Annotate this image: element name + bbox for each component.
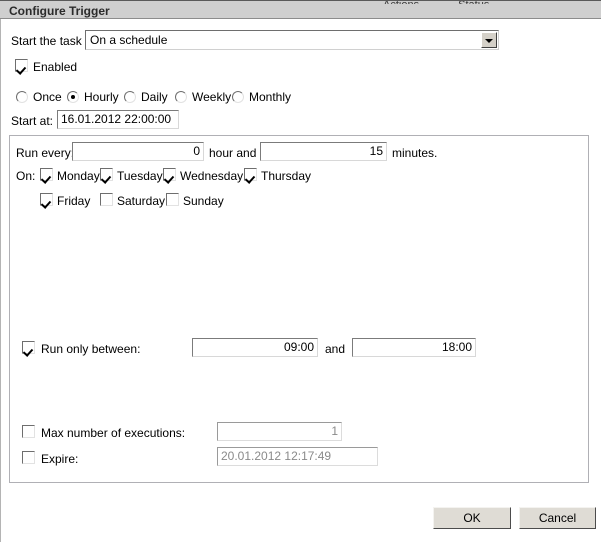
enabled-checkbox[interactable]: [15, 59, 28, 72]
radio-monthly[interactable]: [232, 91, 244, 103]
background-tab-actions: Actions: [383, 1, 419, 4]
expire-checkbox[interactable]: [22, 451, 35, 464]
radio-monthly-label: Monthly: [249, 90, 292, 104]
background-tab-strip: Actions Status: [383, 1, 593, 4]
max-executions-label: Max number of executions:: [41, 426, 186, 440]
checkbox-monday[interactable]: [40, 168, 53, 181]
checkbox-thursday[interactable]: [244, 168, 257, 181]
expire-label: Expire:: [41, 452, 79, 466]
radio-once-label: Once: [33, 90, 62, 104]
checkbox-friday[interactable]: [40, 193, 53, 206]
expire-input[interactable]: 20.01.2012 12:17:49: [217, 447, 378, 466]
start-at-input[interactable]: 16.01.2012 22:00:00: [57, 110, 179, 129]
radio-weekly[interactable]: [175, 91, 187, 103]
radio-daily[interactable]: [124, 91, 136, 103]
run-every-minutes-input[interactable]: 15: [260, 142, 387, 161]
days-on-label: On:: [16, 169, 36, 183]
run-only-between-label: Run only between:: [41, 342, 141, 356]
checkbox-wednesday[interactable]: [163, 168, 176, 181]
radio-once[interactable]: [16, 91, 28, 103]
checkbox-saturday[interactable]: [100, 193, 113, 206]
ok-button[interactable]: OK: [433, 507, 511, 529]
start-the-task-value: On a schedule: [90, 33, 168, 47]
start-at-label: Start at:: [11, 114, 54, 128]
checkbox-thursday-label: Thursday: [261, 169, 312, 183]
enabled-label: Enabled: [33, 60, 78, 74]
cancel-button[interactable]: Cancel: [519, 507, 596, 529]
window-left-edge: [0, 19, 1, 542]
background-tab-status: Status: [458, 1, 489, 4]
radio-weekly-label: Weekly: [192, 90, 232, 104]
dialog-title: Configure Trigger: [9, 4, 110, 18]
checkbox-sunday[interactable]: [166, 193, 179, 206]
checkbox-tuesday[interactable]: [100, 168, 113, 181]
chevron-down-icon[interactable]: [481, 32, 497, 48]
run-only-between-checkbox[interactable]: [22, 341, 35, 354]
run-only-between-and-label: and: [325, 342, 346, 356]
radio-hourly[interactable]: [67, 91, 79, 103]
max-executions-checkbox[interactable]: [22, 425, 35, 438]
start-the-task-combobox[interactable]: On a schedule: [85, 30, 499, 50]
radio-hourly-label: Hourly: [84, 90, 119, 104]
checkbox-monday-label: Monday: [57, 169, 100, 183]
checkbox-sunday-label: Sunday: [183, 194, 224, 208]
checkbox-friday-label: Friday: [57, 194, 91, 208]
run-every-hours-input[interactable]: 0: [72, 142, 204, 161]
run-only-between-from-input[interactable]: 09:00: [192, 338, 318, 357]
run-every-hour-label: hour and: [209, 146, 257, 160]
checkbox-tuesday-label: Tuesday: [117, 169, 163, 183]
checkbox-wednesday-label: Wednesday: [180, 169, 244, 183]
start-the-task-label: Start the task: [11, 34, 82, 48]
checkbox-saturday-label: Saturday: [117, 194, 166, 208]
run-every-label: Run every:: [16, 146, 75, 160]
run-every-minutes-label: minutes.: [392, 146, 438, 160]
run-only-between-to-input[interactable]: 18:00: [352, 338, 476, 357]
max-executions-input[interactable]: 1: [217, 422, 342, 441]
radio-daily-label: Daily: [141, 90, 168, 104]
dialog-title-bar: Configure Trigger Actions Status: [0, 0, 601, 19]
